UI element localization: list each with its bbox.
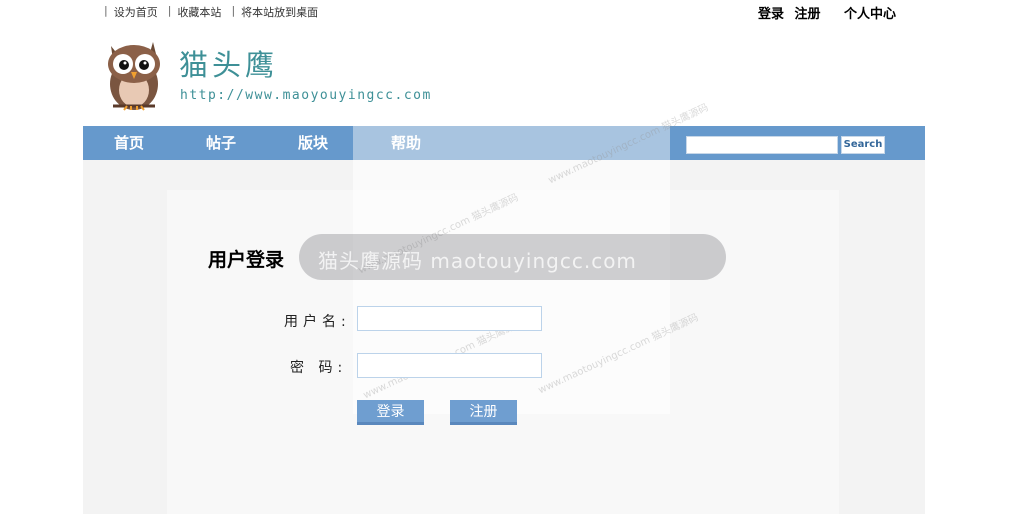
nav-item-boards[interactable]: 版块 xyxy=(298,126,328,160)
site-url: http://www.maoyouyingcc.com xyxy=(180,88,432,103)
username-field[interactable] xyxy=(357,306,542,331)
nav-item-help[interactable]: 帮助 xyxy=(391,126,421,160)
search-input[interactable] xyxy=(686,136,838,154)
top-links: | 设为首页 | 收藏本站 | 将本站放到桌面 xyxy=(100,4,324,20)
site-name: 猫头鹰 xyxy=(179,48,279,82)
site-header: 猫头鹰 http://www.maoyouyingcc.com xyxy=(83,24,925,126)
password-field[interactable] xyxy=(357,353,542,378)
search-button[interactable]: Search xyxy=(841,136,885,154)
username-label: 用户名: xyxy=(284,314,351,330)
set-homepage-link[interactable]: 设为首页 xyxy=(114,4,158,20)
top-bar: | 设为首页 | 收藏本站 | 将本站放到桌面 登录 注册 个人中心 xyxy=(0,0,1024,24)
watermark-text: 猫头鹰源码 maotouyingcc.com xyxy=(318,249,637,273)
top-login-link[interactable]: 登录 xyxy=(758,7,784,22)
bookmark-site-link[interactable]: 收藏本站 xyxy=(177,4,221,20)
separator: | xyxy=(104,4,108,17)
desktop-shortcut-link[interactable]: 将本站放到桌面 xyxy=(241,4,318,20)
owl-logo[interactable] xyxy=(101,34,167,112)
register-button[interactable]: 注册 xyxy=(450,400,517,425)
top-register-link[interactable]: 注册 xyxy=(795,7,821,22)
account-links: 登录 注册 个人中心 xyxy=(758,3,896,22)
login-title: 用户登录 xyxy=(208,249,285,271)
separator: | xyxy=(231,4,236,17)
nav-item-posts[interactable]: 帖子 xyxy=(206,126,236,160)
login-button[interactable]: 登录 xyxy=(357,400,424,425)
password-label: 密 码: xyxy=(290,360,348,376)
main-nav: 首页 帖子 版块 帮助 Search xyxy=(83,126,925,160)
separator: | xyxy=(167,4,172,17)
user-center-link[interactable]: 个人中心 xyxy=(844,3,896,22)
nav-item-home[interactable]: 首页 xyxy=(114,126,144,160)
